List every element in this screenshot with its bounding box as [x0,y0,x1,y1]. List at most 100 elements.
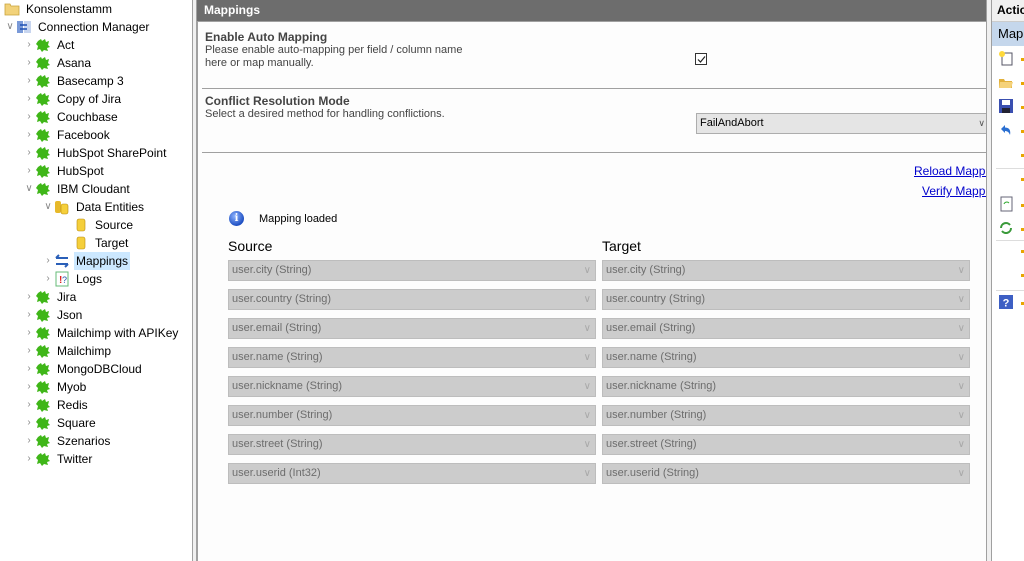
chevron-down-icon[interactable]: ∨ [23,180,35,198]
tree-item-connector[interactable]: › Basecamp 3 [23,72,126,90]
chevron-down-icon: ∨ [583,410,591,421]
chevron-down-icon[interactable]: ∨ [4,18,16,36]
target-field-select[interactable]: user.street (String) ∨ [602,434,970,455]
source-field-select[interactable]: user.street (String) ∨ [228,434,596,455]
tree-item-connection-manager[interactable]: ∨ Connection Manager [4,18,151,36]
tree-item-label: Redis [57,398,88,412]
refresh-icon[interactable] [998,220,1014,236]
chevron-right-icon[interactable]: › [23,378,35,396]
tree-item-entity[interactable]: Source [61,216,135,234]
data-entities-icon [54,199,70,215]
chevron-right-icon[interactable]: › [23,90,35,108]
target-field-select[interactable]: user.email (String) ∨ [602,318,970,339]
verify-mapping-link[interactable]: Verify Mappin [922,184,986,198]
separator [996,240,1024,241]
save-icon[interactable] [998,98,1014,114]
conflict-resolution-select[interactable]: FailAndAbort ∨ [696,113,988,134]
refresh-document-icon[interactable] [998,196,1014,212]
target-field-select[interactable]: user.name (String) ∨ [602,347,970,368]
chevron-right-icon[interactable]: › [23,162,35,180]
tree-item-connector[interactable]: › Twitter [23,450,94,468]
actions-section-header[interactable]: Map [992,22,1024,46]
chevron-right-icon[interactable]: › [23,126,35,144]
chevron-right-icon[interactable]: › [23,414,35,432]
connector-icon [35,451,51,467]
tree-item-data-entities[interactable]: ∨ Data Entities [42,198,146,216]
tree-item-connector[interactable]: › Couchbase [23,108,120,126]
svg-text:?: ? [62,275,67,285]
source-field-value: user.email (String) [232,322,322,334]
chevron-down-icon: ∨ [583,265,591,276]
tree-item-connector[interactable]: › Json [23,306,84,324]
tree-item-logs[interactable]: ›!? Logs [42,270,104,288]
tree-item-mappings[interactable]: › Mappings [42,252,131,270]
chevron-right-icon[interactable]: › [23,72,35,90]
tree-item-connector[interactable]: › Copy of Jira [23,90,123,108]
source-field-select[interactable]: user.email (String) ∨ [228,318,596,339]
source-field-select[interactable]: user.country (String) ∨ [228,289,596,310]
chevron-right-icon[interactable]: › [23,450,35,468]
target-field-select[interactable]: user.country (String) ∨ [602,289,970,310]
chevron-right-icon[interactable]: › [42,270,54,288]
chevron-down-icon[interactable]: ∨ [42,198,54,216]
tree-item-connector[interactable]: › Myob [23,378,88,396]
tree-item-connector[interactable]: › HubSpot SharePoint [23,144,168,162]
tree-item-label: HubSpot [57,164,104,178]
tree-item-connector[interactable]: › Redis [23,396,90,414]
chevron-right-icon[interactable]: › [23,36,35,54]
chevron-right-icon[interactable]: › [23,144,35,162]
chevron-right-icon[interactable]: › [23,306,35,324]
new-document-icon[interactable] [998,50,1014,66]
source-field-select[interactable]: user.userid (Int32) ∨ [228,463,596,484]
status-message: Mapping loaded [259,213,338,225]
chevron-right-icon[interactable]: › [42,252,54,270]
tree-item-label: Mailchimp with APIKey [57,326,179,340]
chevron-right-icon[interactable]: › [23,432,35,450]
chevron-down-icon: ∨ [583,381,591,392]
tree-item-connector-expanded[interactable]: ∨ IBM Cloudant [23,180,132,198]
tree-item-connector[interactable]: › Mailchimp with APIKey [23,324,180,342]
source-field-select[interactable]: user.city (String) ∨ [228,260,596,281]
tree-item-connector[interactable]: › Square [23,414,98,432]
tree-item-root[interactable]: Konsolenstamm [0,0,114,18]
actions-title: Actio [992,0,1024,22]
tree-item-connector[interactable]: › Facebook [23,126,112,144]
target-field-value: user.email (String) [606,322,696,334]
tree-item-connector[interactable]: › Szenarios [23,432,112,450]
open-folder-icon[interactable] [998,74,1014,90]
tree-item-label: Myob [57,380,87,394]
tree-item-label: Szenarios [57,434,111,448]
tree-item-connector[interactable]: › Mailchimp [23,342,113,360]
chevron-right-icon[interactable]: › [23,288,35,306]
tree-item-connector[interactable]: › Act [23,36,76,54]
database-icon [73,235,89,251]
connector-icon [35,343,51,359]
auto-mapping-checkbox[interactable] [695,53,707,65]
target-field-select[interactable]: user.city (String) ∨ [602,260,970,281]
chevron-right-icon[interactable]: › [23,396,35,414]
help-icon[interactable]: ? [998,294,1014,310]
tree-item-entity[interactable]: Target [61,234,130,252]
undo-icon[interactable] [998,122,1014,138]
target-field-select[interactable]: user.userid (String) ∨ [602,463,970,484]
tree-item-connector[interactable]: › Asana [23,54,93,72]
tree-item-connector[interactable]: › HubSpot [23,162,106,180]
database-icon [73,217,89,233]
target-field-select[interactable]: user.number (String) ∨ [602,405,970,426]
chevron-right-icon[interactable]: › [23,108,35,126]
chevron-right-icon[interactable]: › [23,54,35,72]
source-field-value: user.country (String) [232,293,332,305]
tree-item-connector[interactable]: › Jira [23,288,78,306]
source-field-select[interactable]: user.name (String) ∨ [228,347,596,368]
chevron-right-icon[interactable]: › [23,342,35,360]
divider [202,88,987,89]
reload-mapping-link[interactable]: Reload Mappin [914,164,986,178]
source-field-select[interactable]: user.number (String) ∨ [228,405,596,426]
chevron-right-icon[interactable]: › [23,324,35,342]
tree-item-label: Square [57,416,96,430]
tree-item-label: Mailchimp [57,344,112,358]
tree-item-connector[interactable]: › MongoDBCloud [23,360,144,378]
target-field-select[interactable]: user.nickname (String) ∨ [602,376,970,397]
source-field-select[interactable]: user.nickname (String) ∨ [228,376,596,397]
chevron-right-icon[interactable]: › [23,360,35,378]
